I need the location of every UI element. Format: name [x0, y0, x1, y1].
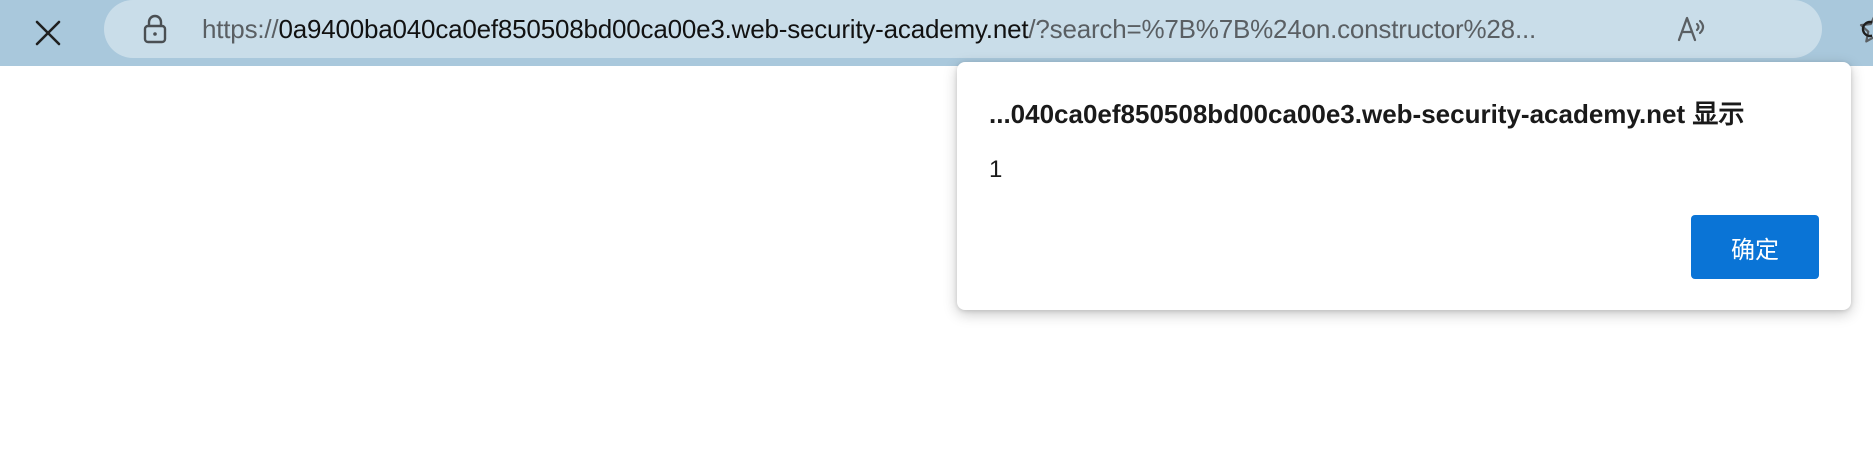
read-aloud-button[interactable] [1675, 11, 1711, 47]
toolbar-overflow-icon [1858, 16, 1872, 42]
url-path: /?search=%7B%7B%24on.constructor%28... [1028, 14, 1537, 44]
ok-button[interactable]: 确定 [1691, 215, 1819, 279]
url-text[interactable]: https://0a9400ba040ca0ef850508bd00ca00e3… [202, 0, 1536, 58]
close-tab-button[interactable] [24, 9, 72, 57]
alert-dialog: ...040ca0ef850508bd00ca00e3.web-security… [957, 62, 1851, 310]
dialog-message: 1 [989, 156, 1003, 183]
site-info-button[interactable] [140, 14, 170, 44]
lock-icon [143, 14, 167, 44]
close-icon [35, 20, 61, 46]
dialog-title: ...040ca0ef850508bd00ca00e3.web-security… [989, 99, 1745, 129]
url-scheme: https:// [202, 14, 279, 44]
address-bar[interactable]: https://0a9400ba040ca0ef850508bd00ca00e3… [104, 0, 1873, 58]
url-host: 0a9400ba040ca0ef850508bd00ca00e3.web-sec… [278, 14, 1029, 44]
browser-toolbar: https://0a9400ba040ca0ef850508bd00ca00e3… [0, 0, 1873, 66]
read-aloud-icon [1677, 16, 1705, 42]
